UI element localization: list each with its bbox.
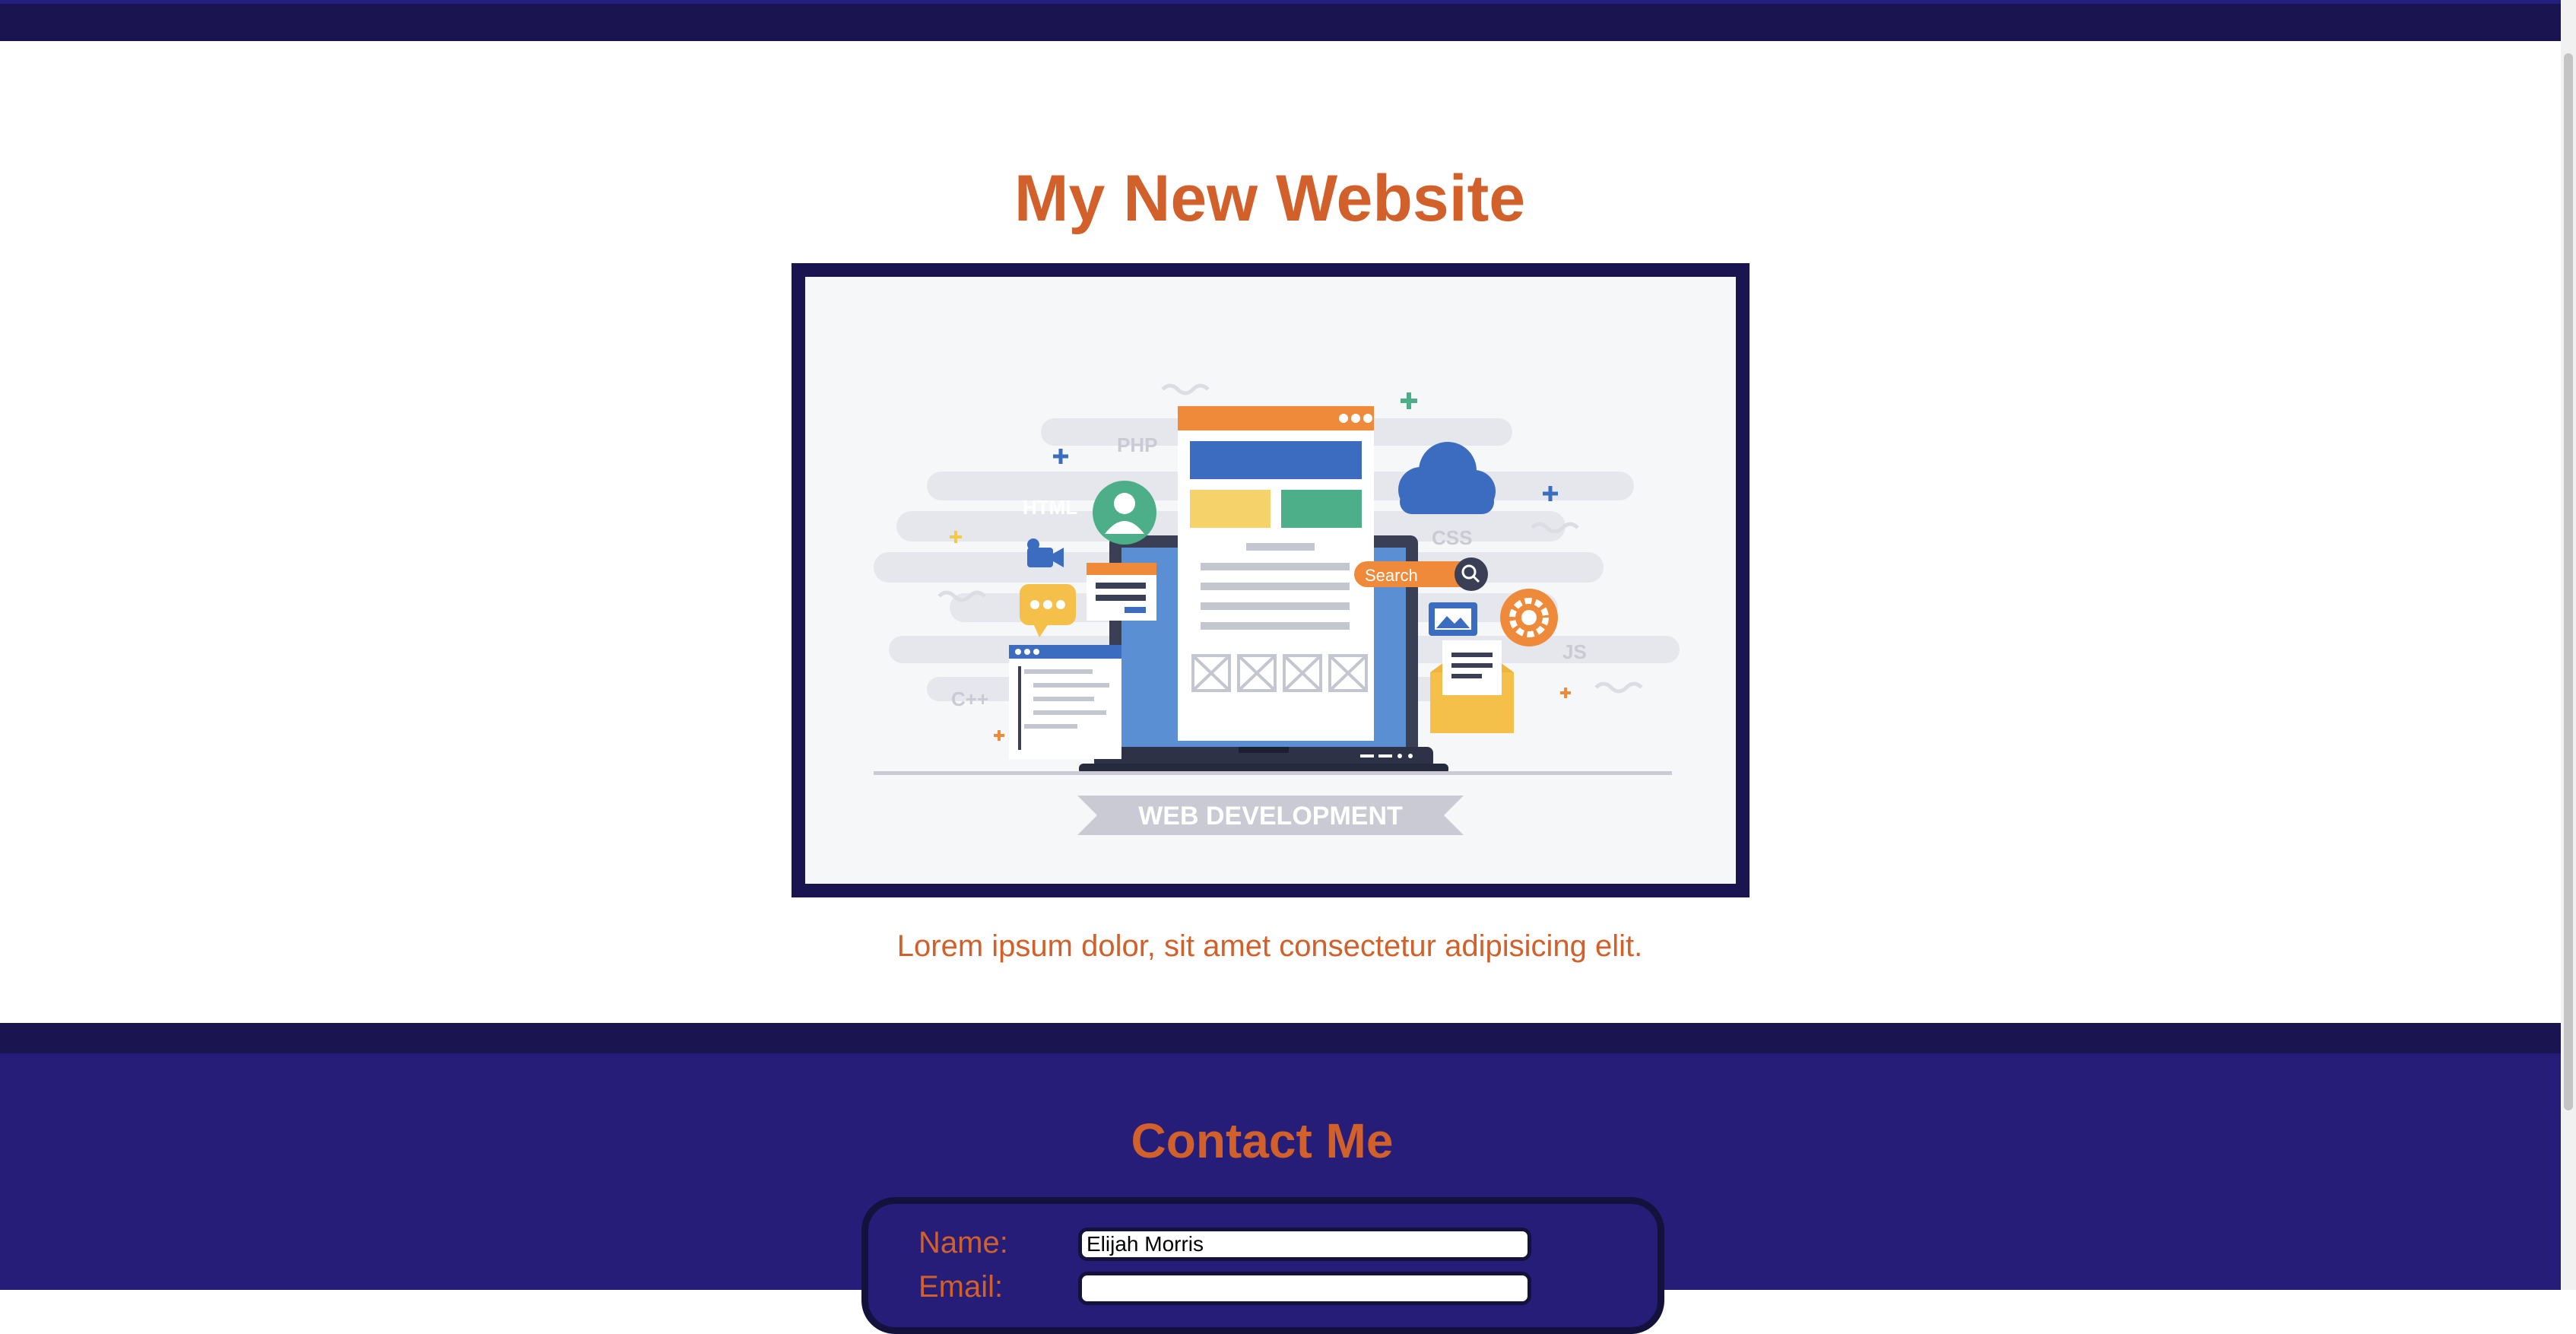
banner-text: WEB DEVELOPMENT	[1138, 802, 1403, 831]
tagline-text: Lorem ipsum dolor, sit amet consectetur …	[896, 929, 1643, 963]
cpp-label: C++	[951, 688, 988, 710]
image-icon	[1429, 602, 1477, 636]
email-input[interactable]	[1078, 1272, 1531, 1305]
top-nav-bar	[0, 0, 2561, 41]
php-label: PHP	[1117, 434, 1157, 456]
name-label: Name:	[918, 1226, 1008, 1259]
contact-title: Contact Me	[1131, 1113, 1394, 1168]
web-development-illustration: PHP HTML CSS JS C++ Search WEB DEVELOPME…	[805, 277, 1736, 884]
scrollbar-thumb[interactable]	[2564, 53, 2573, 1110]
page-title: My New Website	[1014, 162, 1526, 235]
email-label: Email:	[918, 1270, 1004, 1304]
code-window-icon	[1009, 645, 1121, 759]
gear-icon	[1500, 589, 1558, 646]
html-label: HTML	[1023, 496, 1077, 519]
document-card-icon	[1087, 563, 1156, 621]
js-label: JS	[1562, 640, 1587, 663]
contact-form: Name: Email:	[861, 1197, 1664, 1334]
search-bar-icon: Search	[1354, 557, 1488, 591]
webpage-mockup-icon	[1178, 406, 1374, 741]
search-label: Search	[1365, 566, 1418, 585]
name-input[interactable]	[1078, 1228, 1531, 1261]
envelope-icon	[1430, 640, 1514, 733]
user-avatar-icon	[1093, 481, 1156, 545]
hero-image: PHP HTML CSS JS C++ Search WEB DEVELOPME…	[792, 263, 1750, 897]
web-development-banner: WEB DEVELOPMENT	[1077, 796, 1464, 835]
css-label: CSS	[1432, 526, 1472, 549]
